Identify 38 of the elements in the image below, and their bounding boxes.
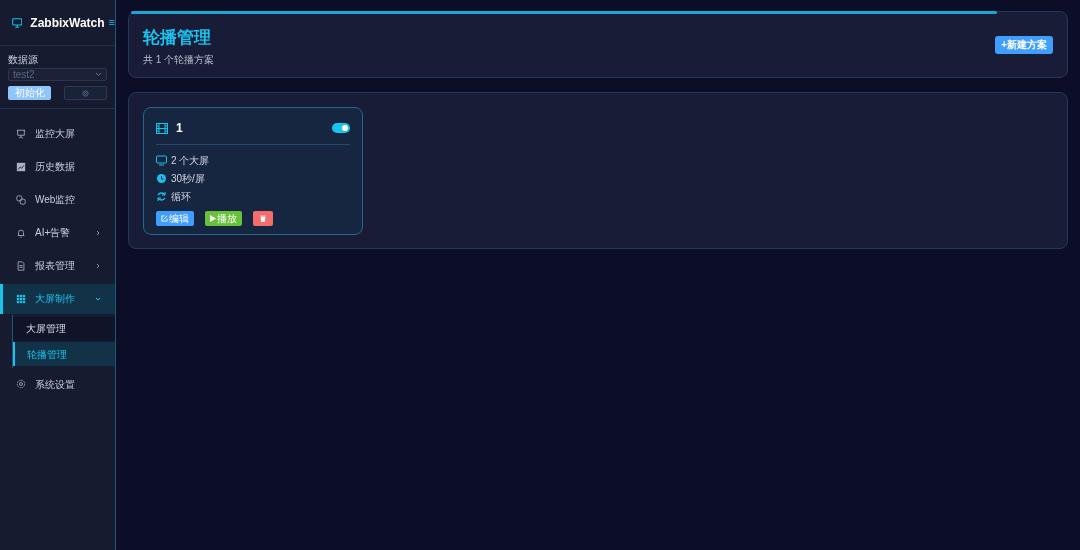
edit-icon [161, 215, 168, 222]
document-icon [16, 260, 26, 271]
submenu-item[interactable]: 轮播管理 [13, 342, 115, 366]
presentation-icon [16, 128, 26, 139]
grid-icon [16, 293, 26, 304]
play-icon [210, 215, 216, 222]
screens-count: 2 个大屏 [171, 153, 210, 168]
sidebar-item[interactable]: 报表管理 [0, 250, 115, 281]
sidebar-item[interactable]: 历史数据 [0, 151, 115, 182]
toggle-switch[interactable] [332, 123, 350, 133]
refresh-icon [156, 190, 167, 202]
screen-icon [156, 154, 167, 166]
sidebar-item[interactable]: Web监控 [0, 184, 115, 215]
mode-text: 循环 [171, 189, 191, 204]
monitor-icon [12, 15, 23, 30]
sidebar-item[interactable]: AI+告警 [0, 217, 115, 248]
chart-icon [16, 161, 26, 172]
links-icon [16, 194, 26, 205]
plan-title: 1 [176, 120, 184, 137]
delete-button[interactable] [253, 211, 273, 226]
sidebar-item[interactable]: 监控大屏 [0, 118, 115, 149]
gear-icon [82, 89, 89, 97]
submenu-item[interactable]: 大屏管理 [13, 316, 115, 341]
menu-icon[interactable]: ≡ [108, 14, 115, 31]
page-title: 轮播管理 [143, 27, 212, 48]
chevron-down-icon [95, 72, 102, 77]
sidebar-item[interactable]: 系统设置 [0, 369, 115, 399]
bell-icon [16, 227, 26, 238]
film-icon [156, 122, 168, 134]
gear-icon [16, 379, 26, 389]
settings-button[interactable] [64, 86, 107, 100]
clock-icon [156, 172, 167, 184]
field-label: 数据源 [8, 54, 39, 66]
trash-icon [260, 215, 266, 222]
brand-title: ZabbixWatch [30, 14, 105, 32]
sidebar-item[interactable]: 大屏制作 [0, 283, 115, 314]
page-subtitle: 共 1 个轮播方案 [143, 53, 215, 66]
interval-text: 30秒/屏 [171, 171, 205, 186]
